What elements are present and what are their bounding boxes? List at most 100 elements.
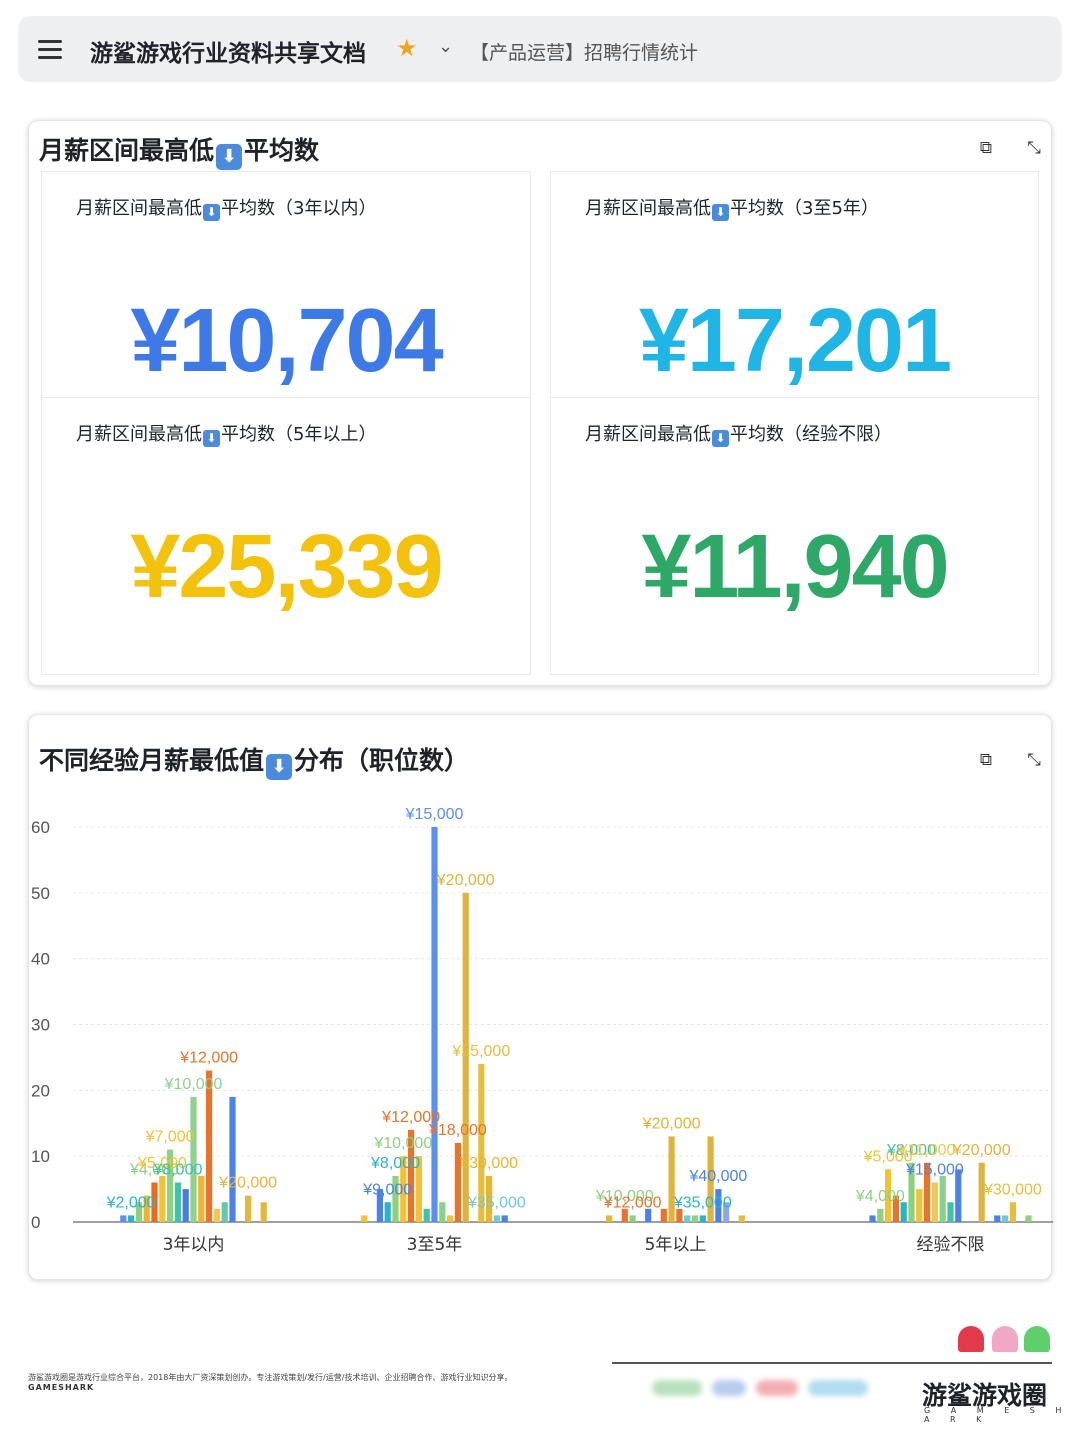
kpi-label: 月薪区间最高低 ⬇ 平均数（经验不限） [585,424,892,447]
data-label: ¥4,000 [855,1188,905,1205]
bar [120,1215,127,1222]
bar [439,1202,446,1222]
kpi-value: ¥25,339 [130,517,443,617]
footer-brand: GAMESHARK [28,1383,95,1392]
copy-icon[interactable]: ⧉ [975,137,997,159]
data-label: ¥35,000 [467,1194,526,1211]
down-arrow-icon: ⬇ [203,204,220,221]
x-tick-label: 5年以上 [645,1235,707,1255]
data-label: ¥12,000 [179,1050,238,1067]
kpi-card-title: 月薪区间最高低 ⬇ 平均数 [39,131,319,170]
y-tick-label: 20 [31,1081,50,1100]
bar [877,1208,884,1222]
y-tick-label: 30 [31,1016,50,1035]
down-arrow-icon: ⬇ [216,144,243,170]
bar [501,1215,508,1222]
bar [182,1189,189,1222]
bar [1025,1215,1032,1222]
bar [213,1208,220,1222]
bar [994,1215,1001,1222]
partner-logos [652,1380,912,1402]
down-arrow-icon: ⬇ [712,430,729,447]
y-tick-label: 0 [31,1213,40,1232]
data-label: ¥20,000 [436,872,495,889]
bar [931,1182,938,1222]
bar [229,1096,236,1222]
kpi-label: 月薪区间最高低 ⬇ 平均数（3至5年） [585,198,879,221]
bar [916,1189,923,1222]
bar [1009,1202,1016,1222]
data-label: ¥20,000 [642,1115,701,1132]
data-label: ¥30,000 [983,1181,1042,1198]
menu-icon[interactable] [38,40,62,60]
document-title: 游鲨游戏行业资料共享文档 [90,41,366,67]
pink-ghost-icon [992,1326,1018,1352]
bar [900,1202,907,1222]
collapse-icon[interactable]: ⤡ [1023,137,1045,159]
data-label: ¥15,000 [405,806,464,823]
data-label: ¥7,000 [145,1129,195,1146]
bar [260,1202,267,1222]
bar [684,1215,691,1222]
bar [423,1208,430,1222]
bar [128,1215,135,1222]
bar [361,1215,368,1222]
bar [738,1215,745,1222]
data-label: ¥20,000 [218,1175,277,1192]
data-label: ¥35,000 [673,1194,732,1211]
bar [629,1215,636,1222]
bar [1002,1215,1009,1222]
bar [206,1070,213,1222]
footer-description: 游鲨游戏圈是游戏行业综合平台，2018年由大厂资深策划创办。专注游戏策划/发行/… [28,1373,513,1382]
kpi-value: ¥10,704 [130,291,443,391]
kpi-tile: 月薪区间最高低 ⬇ 平均数（经验不限） ¥11,940 [550,397,1039,675]
kpi-title-text-a: 月薪区间最高低 [39,136,215,165]
y-tick-label: 40 [31,950,50,969]
star-icon[interactable]: ★ [396,34,418,62]
down-arrow-icon: ⬇ [203,430,220,447]
kpi-label: 月薪区间最高低 ⬇ 平均数（3年以内） [76,198,377,221]
kpi-tile: 月薪区间最高低 ⬇ 平均数（5年以上） ¥25,339 [41,397,531,675]
kpi-value: ¥17,201 [638,291,952,391]
bar [174,1182,181,1222]
data-label: ¥11,000 [898,1142,956,1159]
x-tick-label: 3年以内 [163,1235,225,1255]
kpi-title-text-b: 平均数 [244,136,320,165]
bar [660,1208,667,1222]
bar [245,1195,252,1222]
kpi-label: 月薪区间最高低 ⬇ 平均数（5年以上） [76,424,377,447]
y-tick-label: 10 [31,1147,50,1166]
chart-card: 不同经验月薪最低值 ⬇ 分布（职位数） ⧉ ⤡ 0 10 20 30 40 50 60 3年以内 3… [28,714,1053,1280]
data-label: ¥10,000 [164,1076,223,1093]
bar [447,1215,454,1222]
bar [221,1202,228,1222]
bar [869,1215,876,1222]
top-bar: 游鲨游戏行业资料共享文档 ★ ⌄ 【产品运营】招聘行情统计 [18,16,1062,82]
chevron-down-icon[interactable]: ⌄ [438,36,453,57]
kpi-tile: 月薪区间最高低 ⬇ 平均数（3至5年） ¥17,201 [550,171,1039,411]
y-tick-label: 60 [31,818,50,837]
x-tick-label: 3至5年 [407,1235,463,1255]
bar [939,1175,946,1222]
breadcrumb[interactable]: 【产品运营】招聘行情统计 [470,38,698,65]
bar [198,1175,205,1222]
bar [691,1215,699,1222]
y-tick-label: 50 [31,884,50,903]
bar [606,1215,613,1222]
data-label: ¥9,000 [362,1181,412,1198]
x-tick-label: 经验不限 [917,1235,985,1255]
data-label: ¥18,000 [428,1122,487,1139]
data-label: ¥15,000 [905,1162,964,1179]
green-ghost-icon [1024,1326,1050,1352]
data-label: ¥8,000 [370,1155,420,1172]
down-arrow-icon: ⬇ [712,204,729,221]
kpi-value: ¥11,940 [641,517,949,617]
kpi-tile: 月薪区间最高低 ⬇ 平均数（3年以内） ¥10,704 [41,171,531,411]
kpi-card: 月薪区间最高低 ⬇ 平均数 ⧉ ⤡ 月薪区间最高低 ⬇ 平均数（3年以内） ¥10,70… [28,120,1052,686]
red-ghost-icon [958,1326,984,1352]
footer-divider [612,1362,1052,1364]
data-label: ¥30,000 [459,1155,518,1172]
data-label: ¥8,000 [152,1162,202,1179]
bar [384,1202,391,1222]
data-label: ¥40,000 [688,1168,747,1185]
